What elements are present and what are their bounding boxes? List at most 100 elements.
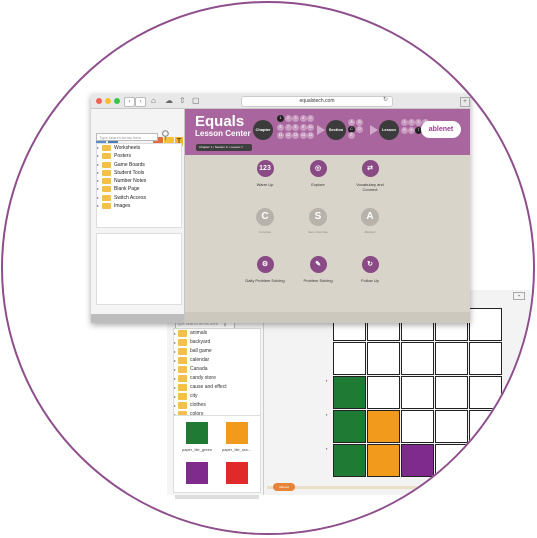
- reload-icon[interactable]: ↻: [383, 96, 388, 103]
- grid-tile[interactable]: [367, 410, 400, 443]
- back-folder-item[interactable]: ▸ backyard: [174, 338, 260, 347]
- forward-arrow-icon[interactable]: ›: [135, 97, 146, 107]
- disclosure-triangle-icon[interactable]: ▸: [97, 194, 99, 202]
- disclosure-triangle-icon[interactable]: ▸: [174, 383, 176, 392]
- disclosure-triangle-icon[interactable]: ▸: [97, 202, 99, 210]
- disclosure-triangle-icon[interactable]: ▸: [174, 401, 176, 410]
- menu-row2-icon-0[interactable]: C: [256, 208, 274, 226]
- lesson-number-button[interactable]: 6: [408, 127, 415, 134]
- sidebar-folder-item[interactable]: ▸ Images: [97, 202, 181, 210]
- sidebar-folder-item[interactable]: ▸ Posters: [97, 152, 181, 160]
- menu-row3-icon-0[interactable]: ⚙: [256, 256, 274, 273]
- chapter-number-button[interactable]: 4: [299, 115, 307, 122]
- cloud-icon[interactable]: ☁: [165, 96, 173, 105]
- sidebar-folder-item[interactable]: ▸ Blank Page: [97, 185, 181, 193]
- chapter-selector[interactable]: Chapter: [253, 120, 273, 140]
- lesson-selector[interactable]: Lesson: [379, 120, 399, 140]
- chapter-number-button[interactable]: 3: [292, 115, 299, 122]
- grid-cell[interactable]: [469, 342, 502, 375]
- menu-item-label[interactable]: Problem Solving: [298, 278, 338, 283]
- home-icon[interactable]: ⌂: [151, 96, 156, 105]
- back-arrow-icon[interactable]: ‹: [124, 97, 135, 107]
- grid-cell[interactable]: [435, 342, 468, 375]
- back-folder-item[interactable]: ▸ city: [174, 392, 260, 401]
- chapter-number-button[interactable]: 14: [299, 132, 307, 139]
- back-window-button[interactable]: +: [513, 292, 525, 300]
- minimize-window-icon[interactable]: [105, 98, 111, 104]
- sidebar-folder-item[interactable]: ▸ Game Boards: [97, 161, 181, 169]
- grid-cell[interactable]: [469, 308, 502, 341]
- section-letter-button[interactable]: D: [356, 125, 363, 133]
- paper-tile[interactable]: [226, 422, 248, 444]
- grid-cell[interactable]: [469, 376, 502, 409]
- back-folder-item[interactable]: ▸ candy store: [174, 374, 260, 383]
- tabs-icon[interactable]: ▢: [192, 96, 200, 105]
- disclosure-triangle-icon[interactable]: ▸: [97, 161, 99, 169]
- back-slider-knob[interactable]: ablenet: [273, 483, 295, 491]
- grid-cell[interactable]: [333, 342, 366, 375]
- back-folder-item[interactable]: ▸ clothes: [174, 401, 260, 410]
- sidebar-folder-item[interactable]: ▸ Worksheets: [97, 144, 181, 152]
- menu-row3-icon-2[interactable]: ↻: [361, 256, 379, 273]
- chapter-number-button[interactable]: 15: [307, 132, 314, 139]
- disclosure-triangle-icon[interactable]: ▸: [174, 365, 176, 374]
- back-folder-item[interactable]: ▸ Canada: [174, 365, 260, 374]
- disclosure-triangle-icon[interactable]: ▸: [174, 329, 176, 338]
- chapter-number-button[interactable]: 12: [284, 132, 292, 139]
- grid-cell[interactable]: [469, 444, 502, 477]
- disclosure-triangle-icon[interactable]: ▸: [174, 392, 176, 401]
- grid-cell[interactable]: [469, 410, 502, 443]
- grid-cell[interactable]: [401, 342, 434, 375]
- grid-cell[interactable]: [367, 342, 400, 375]
- chapter-number-button[interactable]: 11: [277, 132, 284, 139]
- disclosure-triangle-icon[interactable]: ▸: [97, 169, 99, 177]
- back-folder-item[interactable]: ▸ ball game: [174, 347, 260, 356]
- grid-tile[interactable]: [333, 376, 366, 409]
- disclosure-triangle-icon[interactable]: ▸: [174, 338, 176, 347]
- back-slider-track[interactable]: [267, 486, 533, 489]
- grid-cell[interactable]: [401, 376, 434, 409]
- disclosure-triangle-icon[interactable]: ▸: [97, 185, 99, 193]
- grid-cell[interactable]: [401, 410, 434, 443]
- menu-item-label[interactable]: Vocabulary and Connect: [350, 182, 390, 192]
- disclosure-triangle-icon[interactable]: ▸: [97, 144, 99, 152]
- grid-tile[interactable]: [401, 444, 434, 477]
- disclosure-triangle-icon[interactable]: ▸: [174, 347, 176, 356]
- grid-cell[interactable]: [435, 410, 468, 443]
- menu-row1-icon-0[interactable]: 123: [256, 160, 274, 177]
- grid-tile[interactable]: [333, 444, 366, 477]
- section-letter-button[interactable]: E: [348, 132, 355, 139]
- search-input[interactable]: Type search terms here: [96, 133, 158, 141]
- sidebar-folder-item[interactable]: ▸ Switch Access: [97, 194, 181, 202]
- disclosure-triangle-icon[interactable]: ▸: [174, 356, 176, 365]
- paper-tile[interactable]: [186, 462, 208, 484]
- disclosure-triangle-icon[interactable]: ▸: [174, 374, 176, 383]
- new-tab-icon[interactable]: +: [460, 97, 470, 107]
- back-folder-item[interactable]: ▸ calendar: [174, 356, 260, 365]
- menu-item-label[interactable]: Daily Problem Solving: [245, 278, 285, 283]
- menu-row1-icon-1[interactable]: ◎: [309, 160, 327, 177]
- grid-cell[interactable]: [435, 376, 468, 409]
- tile-grid[interactable]: ▪ ▪ ▪: [326, 308, 502, 478]
- search-icon[interactable]: ⚲: [161, 128, 170, 142]
- zoom-window-icon[interactable]: [114, 98, 120, 104]
- chapter-number-button[interactable]: 10: [307, 123, 314, 131]
- sidebar-folder-item[interactable]: ▸ Student Tools: [97, 169, 181, 177]
- menu-row2-icon-1[interactable]: S: [309, 208, 327, 226]
- back-folder-item[interactable]: ▸ animals: [174, 329, 260, 338]
- section-letter-button[interactable]: B: [356, 119, 363, 126]
- lesson-number-button[interactable]: 2: [408, 119, 415, 126]
- lesson-number-button[interactable]: 5: [401, 127, 408, 134]
- menu-item-label[interactable]: Abstract: [350, 230, 390, 234]
- menu-row1-icon-2[interactable]: ⇄: [361, 160, 379, 177]
- paper-tile[interactable]: [186, 422, 208, 444]
- menu-item-label[interactable]: Follow Up: [350, 278, 390, 283]
- chapter-number-button[interactable]: 13: [292, 132, 299, 139]
- section-selector[interactable]: Section: [326, 120, 346, 140]
- grid-tile[interactable]: [333, 410, 366, 443]
- section-letter-button[interactable]: A: [348, 119, 355, 126]
- paper-tile[interactable]: [226, 462, 248, 484]
- chapter-number-button[interactable]: 1: [277, 115, 284, 122]
- menu-item-label[interactable]: Concrete: [245, 230, 285, 234]
- chapter-number-button[interactable]: 6: [277, 123, 284, 131]
